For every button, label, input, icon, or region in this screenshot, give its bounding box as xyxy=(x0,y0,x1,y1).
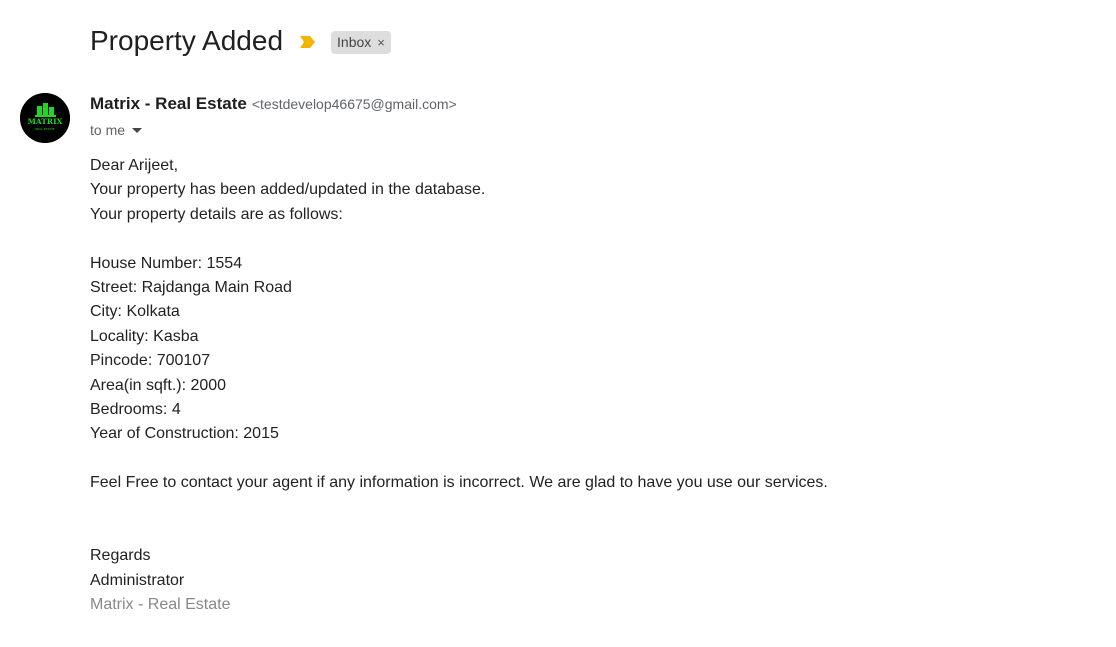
intro-line-2: Your property details are as follows: xyxy=(90,205,343,223)
avatar-logo-subtext: REAL ESTATE xyxy=(35,127,55,131)
signature: Matrix - Real Estate xyxy=(90,596,231,614)
detail-bedrooms: Bedrooms: 4 xyxy=(90,400,181,418)
email-subject: Property Added xyxy=(90,25,284,56)
remove-label-icon[interactable]: × xyxy=(377,31,385,54)
detail-house-number: House Number: 1554 xyxy=(90,254,243,272)
closing-line: Feel Free to contact your agent if any i… xyxy=(90,474,828,492)
show-details-caret-icon[interactable] xyxy=(132,127,143,133)
detail-locality: Locality: Kasba xyxy=(90,327,199,345)
detail-area: Area(in sqft.): 2000 xyxy=(90,376,227,394)
intro-line-1: Your property has been added/updated in … xyxy=(90,181,486,199)
avatar-logo-text: MATRIX xyxy=(28,117,63,126)
email-view: Property Added Inbox × MATRIX REAL ESTAT… xyxy=(0,0,1116,647)
email-body: Dear Arijeet, Your property has been add… xyxy=(90,154,1070,617)
inbox-label-chip[interactable]: Inbox × xyxy=(331,30,391,54)
detail-pincode: Pincode: 700107 xyxy=(90,352,211,370)
important-marker-icon[interactable] xyxy=(299,35,317,49)
sender-avatar[interactable]: MATRIX REAL ESTATE xyxy=(20,93,70,143)
detail-city: City: Kolkata xyxy=(90,303,180,321)
detail-year: Year of Construction: 2015 xyxy=(90,425,279,443)
signer: Administrator xyxy=(90,571,185,589)
greeting: Dear Arijeet, xyxy=(90,157,179,174)
detail-street: Street: Rajdanga Main Road xyxy=(90,278,292,296)
sender-email: <testdevelop46675@gmail.com> xyxy=(251,96,457,112)
regards: Regards xyxy=(90,547,151,565)
sender-name[interactable]: Matrix - Real Estate xyxy=(90,94,247,114)
inbox-label-text: Inbox xyxy=(337,33,372,50)
recipient-label: to me xyxy=(90,122,126,138)
sender-row: Matrix - Real Estate <testdevelop46675@g… xyxy=(90,94,457,116)
subject-row: Property Added Inbox × xyxy=(90,22,391,60)
recipient-row[interactable]: to me xyxy=(90,120,143,140)
